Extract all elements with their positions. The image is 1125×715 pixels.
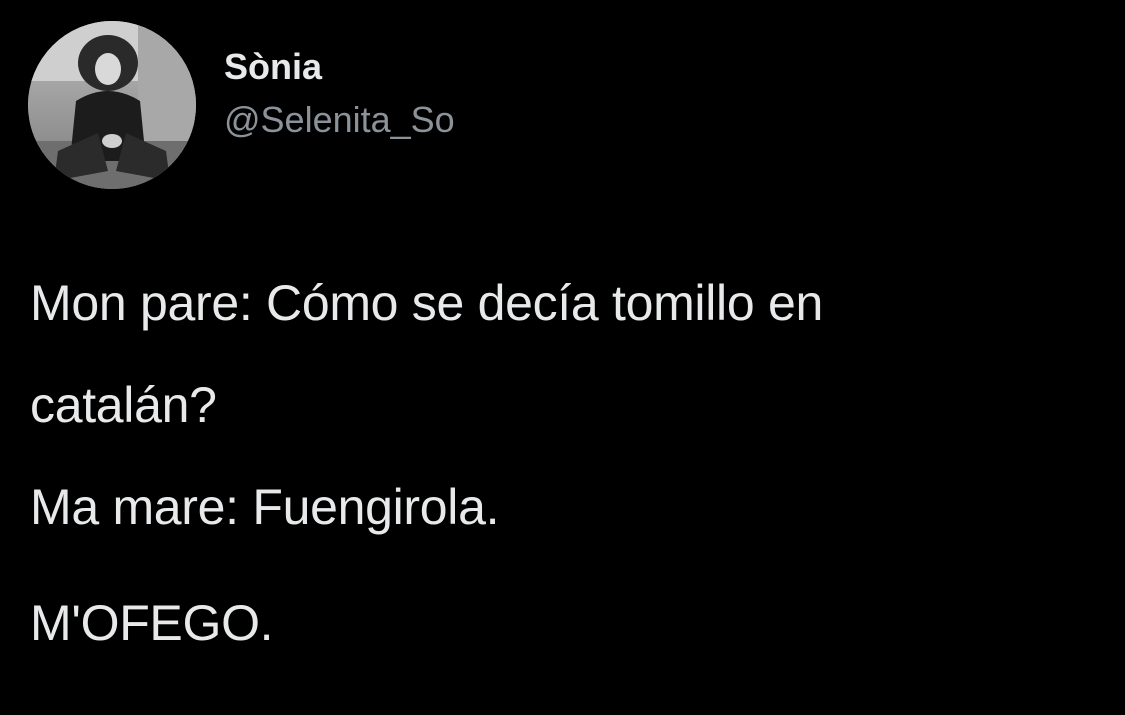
tweet-text: Mon pare: Cómo se decía tomillo en catal…: [30, 278, 1110, 648]
author-identity: Sònia @Selenita_So: [224, 44, 455, 144]
display-name[interactable]: Sònia: [224, 44, 455, 90]
user-handle[interactable]: @Selenita_So: [224, 96, 455, 144]
profile-photo-icon: [28, 21, 196, 189]
tweet-line: catalán?: [30, 377, 217, 433]
avatar[interactable]: [28, 21, 196, 189]
tweet-header: Sònia @Selenita_So: [28, 20, 455, 190]
tweet-line: Ma mare: Fuengirola.: [30, 479, 500, 535]
tweet-line: M'OFEGO.: [30, 595, 274, 651]
tweet-card: Sònia @Selenita_So Mon pare: Cómo se dec…: [0, 0, 1125, 715]
tweet-line: Mon pare: Cómo se decía tomillo en: [30, 275, 823, 331]
